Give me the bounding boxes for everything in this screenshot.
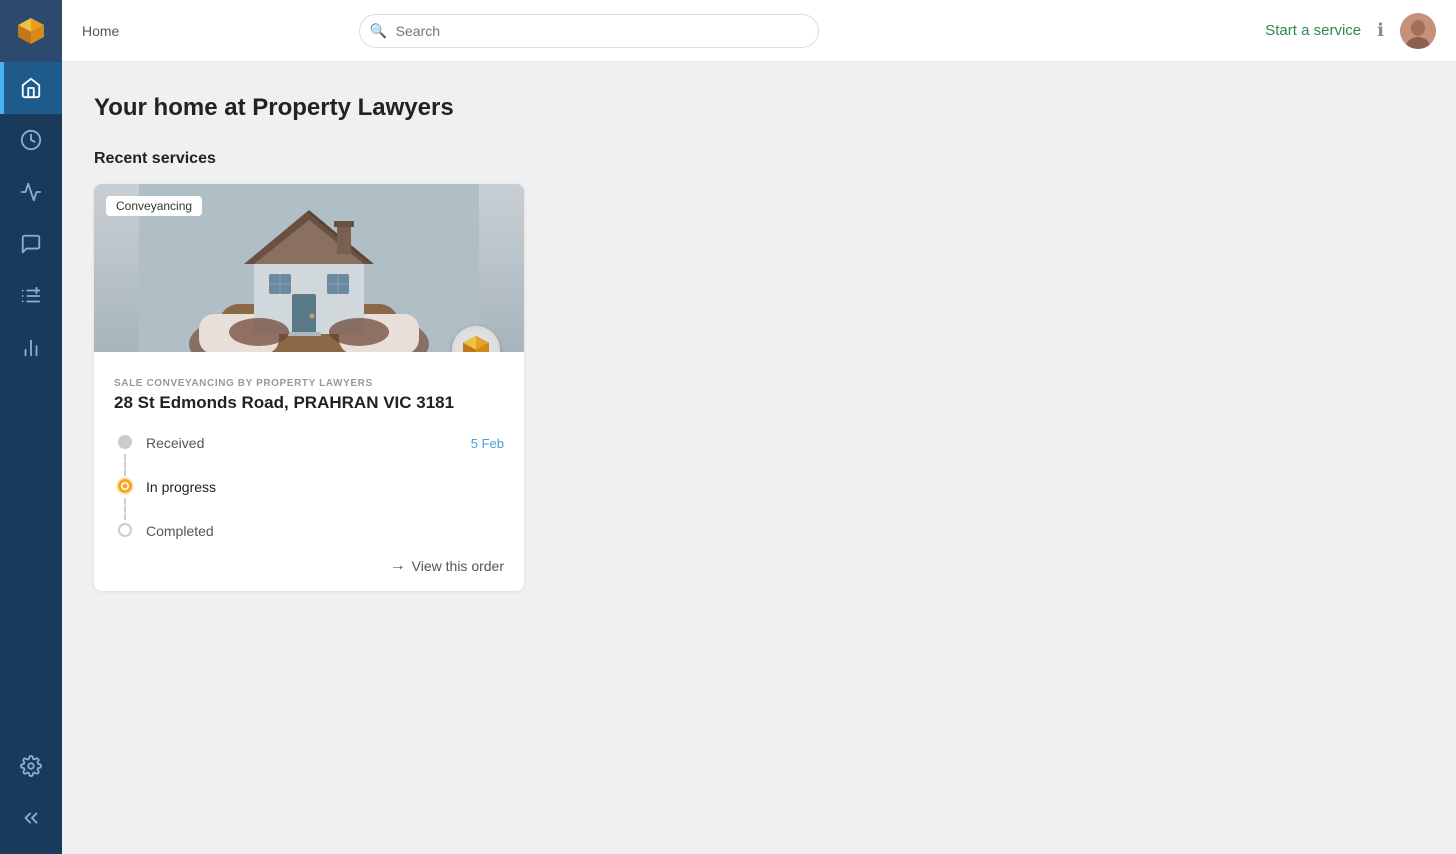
sidebar-item-activity[interactable] (0, 114, 62, 166)
search-input[interactable] (359, 14, 819, 48)
main-area: Home 🔍 Start a service ℹ Your home at Pr… (62, 0, 1456, 854)
timeline-content-received: Received 5 Feb (136, 433, 504, 453)
topbar: Home 🔍 Start a service ℹ (62, 0, 1456, 62)
search-container: 🔍 (359, 14, 819, 48)
timeline-line-col-2 (114, 497, 136, 521)
timeline-line-2 (124, 498, 126, 520)
page-title: Your home at Property Lawyers (94, 94, 1424, 122)
timeline-item-received: Received 5 Feb (114, 433, 504, 453)
home-link[interactable]: Home (82, 23, 119, 39)
timeline-connector-2 (114, 497, 504, 521)
card-body: SALE CONVEYANCING BY PROPERTY LAWYERS 28… (94, 352, 524, 541)
topbar-right: Start a service ℹ (1265, 13, 1436, 49)
timeline-dot-received (118, 435, 132, 449)
timeline-dot-completed (118, 523, 132, 537)
page-content: Your home at Property Lawyers Recent ser… (62, 62, 1456, 854)
timeline-dot-in-progress (118, 479, 132, 493)
timeline-item-in-progress: In progress (114, 477, 504, 497)
collapse-icon (20, 807, 42, 829)
timeline-item-completed: Completed (114, 521, 504, 541)
home-icon (20, 77, 42, 99)
pulse-icon (20, 181, 42, 203)
search-icon: 🔍 (370, 22, 387, 39)
card-badge: Conveyancing (106, 196, 202, 216)
logo-icon (14, 14, 48, 48)
arrow-right-icon: → (390, 557, 406, 575)
card-address: 28 St Edmonds Road, PRAHRAN VIC 3181 (114, 393, 504, 413)
provider-logo-icon (456, 330, 496, 352)
search-wrapper: 🔍 (359, 14, 819, 48)
sidebar-item-messages[interactable] (0, 218, 62, 270)
settings-icon (20, 755, 42, 777)
timeline: Received 5 Feb (114, 433, 504, 541)
sidebar-bottom (0, 740, 62, 854)
start-service-button[interactable]: Start a service (1265, 22, 1361, 39)
card-image: Conveyancing (94, 184, 524, 352)
chart-icon (20, 337, 42, 359)
timeline-dot-col-completed (114, 521, 136, 537)
card-footer: → View this order (94, 541, 524, 591)
timeline-line-col-1 (114, 453, 136, 477)
timeline-label-completed: Completed (146, 523, 214, 539)
add-list-icon (20, 285, 42, 307)
timeline-dot-col-in-progress (114, 477, 136, 493)
app-logo[interactable] (0, 0, 62, 62)
timeline-line-1 (124, 454, 126, 476)
sidebar-item-chart[interactable] (0, 322, 62, 374)
service-card: Conveyancing SALE CONVEYANCING BY PROPER… (94, 184, 524, 591)
avatar-image (1400, 13, 1436, 49)
activity-icon (20, 129, 42, 151)
info-icon[interactable]: ℹ (1377, 20, 1384, 41)
sidebar-item-add-list[interactable] (0, 270, 62, 322)
avatar[interactable] (1400, 13, 1436, 49)
sidebar-item-settings[interactable] (0, 740, 62, 792)
sidebar-item-pulse[interactable] (0, 166, 62, 218)
timeline-content-in-progress: In progress (136, 477, 504, 497)
sidebar-item-collapse[interactable] (0, 792, 62, 844)
timeline-date-received: 5 Feb (471, 436, 504, 451)
recent-services-label: Recent services (94, 150, 1424, 168)
sidebar-item-home[interactable] (0, 62, 62, 114)
timeline-label-in-progress: In progress (146, 479, 216, 495)
message-icon (20, 233, 42, 255)
sidebar (0, 0, 62, 854)
view-order-link[interactable]: → View this order (390, 557, 504, 575)
card-subtitle: SALE CONVEYANCING BY PROPERTY LAWYERS (114, 378, 504, 389)
timeline-dot-col-received (114, 433, 136, 449)
timeline-connector-1 (114, 453, 504, 477)
timeline-label-received: Received (146, 435, 204, 451)
provider-logo (452, 326, 500, 352)
view-order-label: View this order (412, 558, 504, 574)
timeline-content-completed: Completed (136, 521, 504, 541)
